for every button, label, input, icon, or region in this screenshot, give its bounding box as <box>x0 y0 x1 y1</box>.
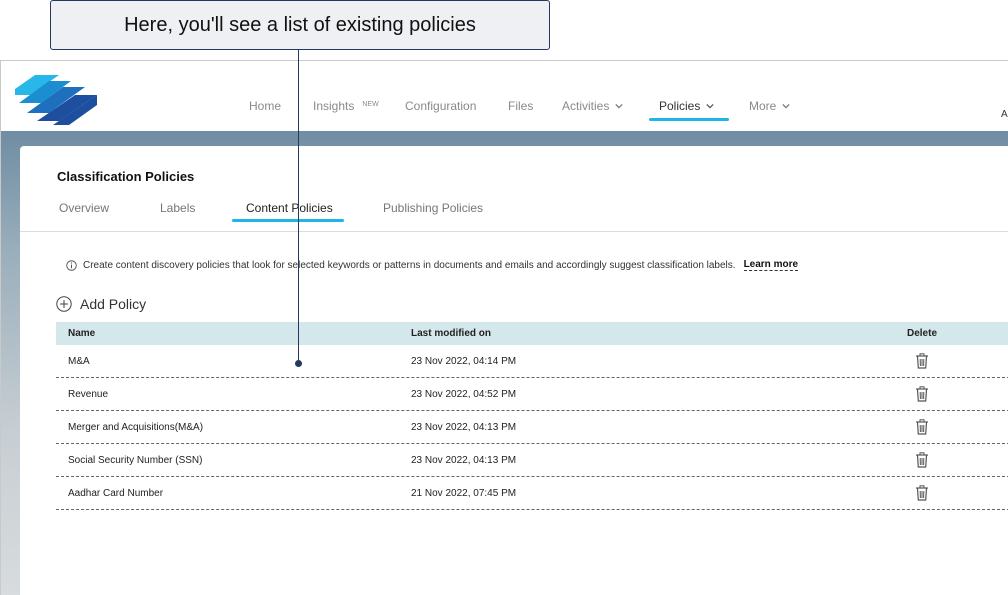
nav-insights-label: Insights <box>313 99 355 113</box>
policy-modified: 21 Nov 2022, 07:45 PM <box>411 487 517 499</box>
tabs-divider <box>20 231 1008 232</box>
tab-publishing-policies[interactable]: Publishing Policies <box>383 201 483 215</box>
nav-policies[interactable]: Policies <box>659 99 714 113</box>
active-tab-indicator <box>232 219 344 222</box>
brand-logo <box>15 75 97 125</box>
policy-modified: 23 Nov 2022, 04:14 PM <box>411 355 517 367</box>
chevron-down-icon <box>706 103 714 109</box>
table-header: Name Last modified on Delete <box>56 322 1008 345</box>
nav-files[interactable]: Files <box>508 99 533 113</box>
column-header-name: Name <box>68 328 96 339</box>
add-policy-button[interactable]: Add Policy <box>56 296 146 312</box>
nav-home-label: Home <box>249 99 282 113</box>
table-row[interactable]: Revenue 23 Nov 2022, 04:52 PM <box>56 378 1008 411</box>
trash-icon[interactable] <box>915 452 929 468</box>
policy-name[interactable]: M&A <box>68 356 90 367</box>
app-window: Home Insights NEW Configuration Files Act… <box>0 60 1008 595</box>
callout-text: Here, you'll see a list of existing poli… <box>124 13 476 36</box>
callout-pointer-dot <box>295 360 302 367</box>
policy-modified: 23 Nov 2022, 04:13 PM <box>411 454 517 466</box>
nav-home[interactable]: Home <box>249 99 281 113</box>
tab-labels[interactable]: Labels <box>160 201 195 215</box>
nav-activities-label: Activities <box>562 99 610 113</box>
chevron-down-icon <box>615 103 623 109</box>
nav-more[interactable]: More <box>749 99 790 113</box>
nav-policies-label: Policies <box>659 99 701 113</box>
table-row[interactable]: Aadhar Card Number 21 Nov 2022, 07:45 PM <box>56 477 1008 510</box>
top-navigation: Home Insights NEW Configuration Files Act… <box>1 61 1008 131</box>
trash-icon[interactable] <box>915 386 929 402</box>
info-text: Create content discovery policies that l… <box>83 259 736 271</box>
learn-more-link[interactable]: Learn more <box>743 259 799 271</box>
trash-icon[interactable] <box>915 353 929 369</box>
page-title: Classification Policies <box>57 169 195 184</box>
tab-content-policies[interactable]: Content Policies <box>246 201 333 215</box>
policy-name[interactable]: Social Security Number (SSN) <box>68 455 202 466</box>
table-row[interactable]: M&A 23 Nov 2022, 04:14 PM <box>56 345 1008 378</box>
policy-name[interactable]: Aadhar Card Number <box>68 488 163 499</box>
active-nav-indicator <box>649 118 729 121</box>
user-menu-cut[interactable]: A <box>1001 109 1008 120</box>
nav-files-label: Files <box>508 99 534 113</box>
trash-icon[interactable] <box>915 419 929 435</box>
nav-configuration[interactable]: Configuration <box>405 99 476 113</box>
chevron-down-icon <box>782 103 790 109</box>
policy-name[interactable]: Merger and Acquisitions(M&A) <box>68 422 203 433</box>
trash-icon[interactable] <box>915 485 929 501</box>
nav-insights[interactable]: Insights NEW <box>313 96 379 113</box>
tab-overview[interactable]: Overview <box>59 201 109 215</box>
nav-configuration-label: Configuration <box>405 99 477 113</box>
policy-modified: 23 Nov 2022, 04:52 PM <box>411 388 517 400</box>
table-row[interactable]: Social Security Number (SSN) 23 Nov 2022… <box>56 444 1008 477</box>
policies-table: Name Last modified on Delete M&A 23 Nov … <box>56 322 1008 510</box>
callout-pointer-line <box>298 50 299 363</box>
nav-more-label: More <box>749 99 777 113</box>
column-header-delete: Delete <box>907 328 938 339</box>
info-banner: Create content discovery policies that l… <box>66 259 799 271</box>
nav-activities[interactable]: Activities <box>562 99 623 113</box>
plus-circle-icon <box>56 296 72 312</box>
policy-modified: 23 Nov 2022, 04:13 PM <box>411 421 517 433</box>
policy-name[interactable]: Revenue <box>68 389 108 400</box>
new-badge: NEW <box>362 101 379 108</box>
column-header-modified: Last modified on <box>411 328 491 339</box>
tooltip-callout: Here, you'll see a list of existing poli… <box>50 0 550 50</box>
add-policy-label: Add Policy <box>80 296 147 312</box>
table-row[interactable]: Merger and Acquisitions(M&A) 23 Nov 2022… <box>56 411 1008 444</box>
content-panel: Classification Policies Overview Labels … <box>20 146 1008 595</box>
info-icon <box>66 259 77 271</box>
